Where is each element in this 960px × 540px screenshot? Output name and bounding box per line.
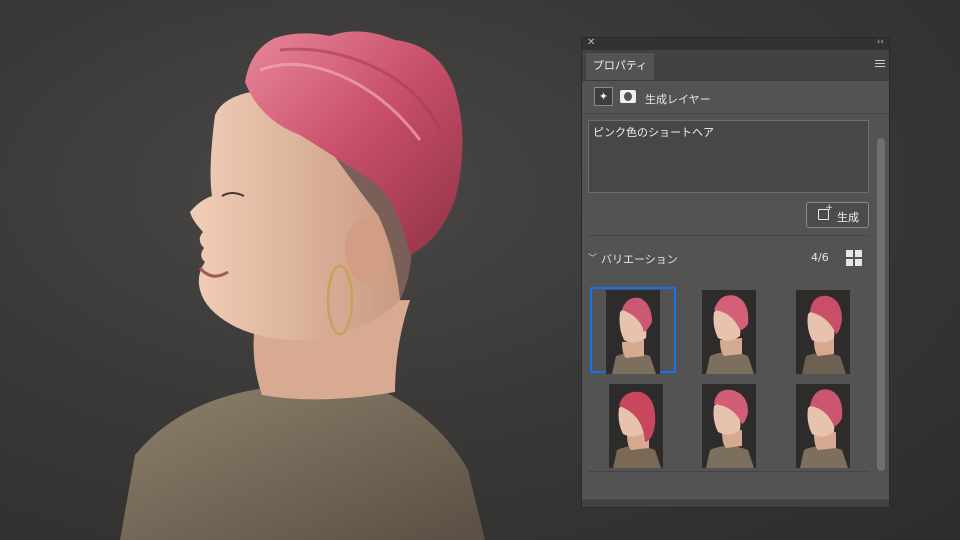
variation-thumbnail-3[interactable] [796,290,850,374]
variation-thumbnail-2[interactable] [702,290,756,374]
double-chevron-icon[interactable]: ‹‹ [877,37,884,47]
layer-type-label: 生成レイヤー [645,93,711,106]
divider [588,471,869,472]
prompt-input[interactable]: ピンク色のショートヘア [588,120,869,193]
hamburger-menu-icon[interactable] [875,60,885,68]
panel-tab-row: プロパティ [582,50,889,81]
panel-titlebar: ✕ ‹‹ [582,37,889,50]
layer-mask-icon[interactable] [620,90,636,103]
generate-icon [818,203,833,220]
variation-thumbnail-6[interactable] [796,384,850,468]
panel-scrollbar[interactable] [877,113,885,473]
generative-sparkle-icon[interactable]: ✦ [594,87,613,106]
chevron-down-icon[interactable]: ﹀ [588,251,597,264]
layer-type-row: ✦ 生成レイヤー [582,83,889,114]
scrollbar-thumb[interactable] [877,138,885,471]
variations-header: ﹀ バリエーション 4/6 [582,248,889,270]
variations-count: 4/6 [811,251,829,264]
tab-properties[interactable]: プロパティ [586,53,654,80]
divider [588,235,869,236]
variation-thumbnail-4[interactable] [609,384,663,468]
variation-thumbnail-5[interactable] [702,384,756,468]
close-icon[interactable]: ✕ [587,37,595,48]
variation-thumbnail-1[interactable] [606,290,660,374]
generate-button[interactable]: 生成 [806,202,869,228]
generate-button-label: 生成 [837,211,859,224]
panel-resize-handle[interactable] [582,498,889,507]
grid-view-icon[interactable] [846,250,862,266]
properties-panel: ✕ ‹‹ プロパティ ✦ 生成レイヤー ピンク色のショートヘア 生成 ﹀ バリエ… [581,37,890,508]
variations-title[interactable]: バリエーション [601,251,678,267]
canvas-photo [120,31,485,540]
